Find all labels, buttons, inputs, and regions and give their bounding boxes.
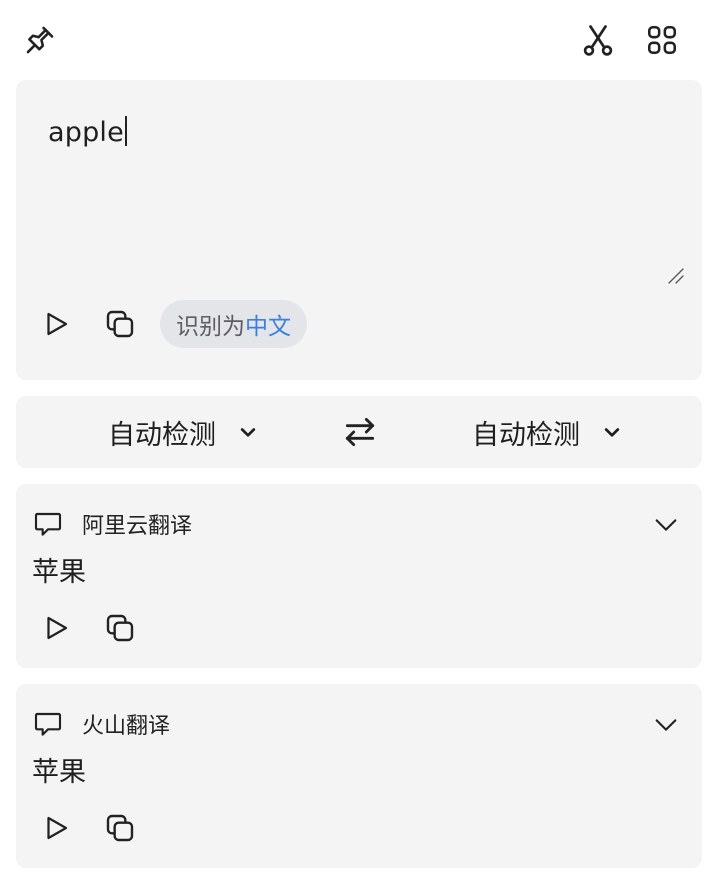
swap-icon (345, 417, 375, 447)
service-name: 阿里云翻译 (82, 514, 193, 539)
textarea-resize-handle[interactable] (666, 266, 686, 290)
result-speak-button[interactable] (36, 808, 76, 848)
result-speak-button[interactable] (36, 608, 76, 648)
apps-button[interactable] (642, 20, 682, 60)
chevron-down-icon (655, 719, 677, 731)
play-icon (47, 616, 68, 640)
service-header: 阿里云翻译 (32, 508, 192, 540)
language-selector-bar: 自动检测 自动检测 (16, 396, 702, 468)
top-toolbar (0, 0, 718, 80)
translation-text: 苹果 (32, 757, 86, 788)
source-copy-button[interactable] (100, 304, 140, 344)
grid-icon (647, 25, 677, 55)
pin-icon (26, 26, 54, 54)
chat-bubble-icon (34, 712, 62, 736)
source-speak-button[interactable] (36, 304, 76, 344)
source-language-select[interactable]: 自动检测 (108, 396, 258, 468)
screenshot-translate-button[interactable] (578, 20, 618, 60)
play-icon (47, 816, 68, 840)
chevron-down-icon (238, 422, 258, 442)
translation-result-card: 阿里云翻译 苹果 (16, 484, 702, 668)
text-cursor (124, 116, 127, 146)
resize-grip-icon (668, 268, 684, 284)
pin-button[interactable] (20, 20, 60, 60)
source-text-input[interactable]: apple (48, 116, 127, 148)
translation-result-card: 火山翻译 苹果 (16, 684, 702, 868)
chevron-down-icon (655, 519, 677, 531)
result-copy-button[interactable] (100, 808, 140, 848)
play-icon (47, 312, 68, 336)
chat-bubble-icon (34, 512, 62, 536)
chevron-down-icon (602, 422, 622, 442)
target-language-select[interactable]: 自动检测 (472, 396, 622, 468)
detected-language-badge[interactable]: 识别为 中文 (160, 300, 307, 348)
source-text: apple (48, 117, 124, 148)
target-language-label: 自动检测 (472, 419, 580, 451)
scissors-icon (583, 25, 613, 56)
result-copy-button[interactable] (100, 608, 140, 648)
collapse-toggle-button[interactable] (648, 710, 684, 740)
source-input-panel: apple 识别为 中文 (16, 80, 702, 380)
copy-icon (106, 614, 134, 642)
translation-text: 苹果 (32, 557, 86, 588)
service-name: 火山翻译 (82, 714, 171, 739)
source-language-label: 自动检测 (108, 419, 216, 451)
collapse-toggle-button[interactable] (648, 510, 684, 540)
detected-prefix: 识别为 (176, 314, 245, 340)
copy-icon (106, 814, 134, 842)
service-header: 火山翻译 (32, 708, 170, 740)
copy-icon (106, 310, 134, 338)
swap-languages-button[interactable] (338, 410, 382, 454)
detected-language: 中文 (245, 314, 291, 340)
